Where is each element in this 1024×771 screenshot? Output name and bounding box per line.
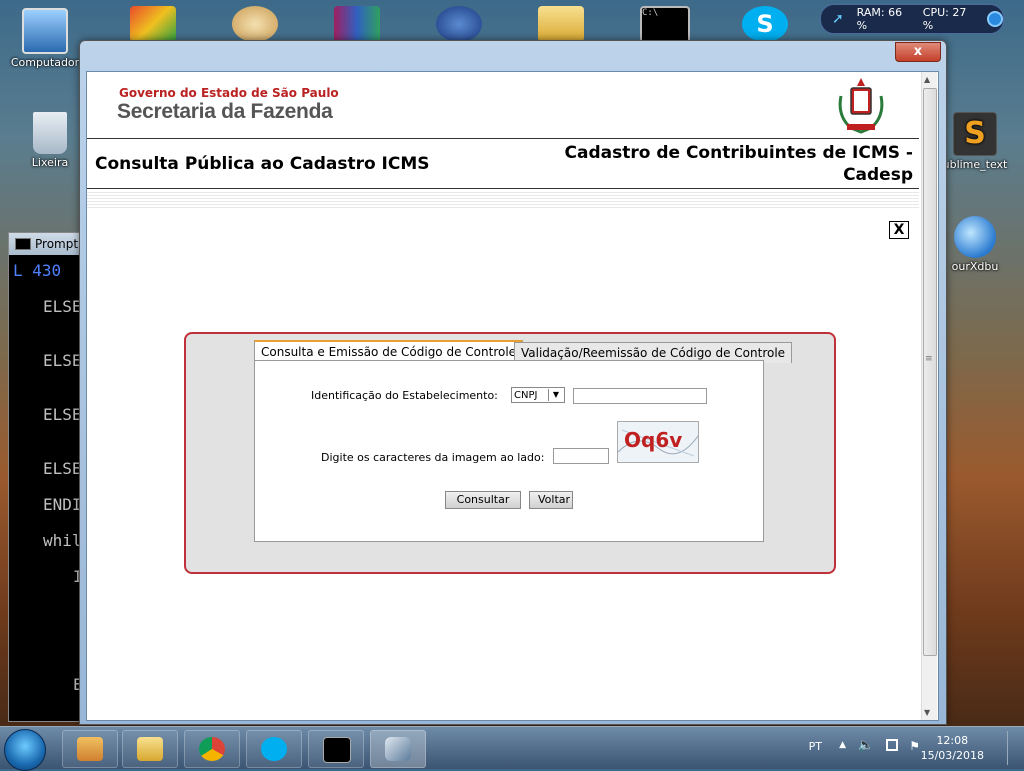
network-icon[interactable]: [886, 739, 898, 751]
subtitle-line-1: Cadastro de Contribuintes de ICMS -: [564, 143, 913, 163]
show-desktop-button[interactable]: [1007, 731, 1020, 765]
clock[interactable]: 12:08 15/03/2018: [921, 733, 984, 763]
vertical-scrollbar[interactable]: ▲ ≡ ▼: [921, 72, 937, 720]
taskbar-item-chrome[interactable]: [184, 730, 240, 768]
chevron-down-icon: ▼: [548, 389, 563, 401]
desktop-icon-label: ourXdbu: [951, 260, 999, 273]
web-content: Governo do Estado de São Paulo Secretari…: [86, 71, 939, 721]
tab-panel: Identificação do Estabelecimento: CNPJ ▼…: [254, 360, 764, 542]
scroll-up-icon[interactable]: ▲: [924, 75, 930, 84]
desktop-icon-computer[interactable]: Computador: [10, 8, 80, 69]
id-type-select[interactable]: CNPJ ▼: [511, 387, 565, 403]
taskbar: PT ▲ 🔈 ⚑ 12:08 15/03/2018: [0, 726, 1024, 771]
terminal-window[interactable]: Prompt L 430 ELSE ELSE ELSE ELSE ENDI wh…: [8, 232, 85, 722]
header-divider: [87, 138, 919, 139]
winrar-icon[interactable]: [334, 6, 380, 42]
page-title: Consulta Pública ao Cadastro ICMS: [95, 154, 430, 174]
taskbar-item-cmd[interactable]: [308, 730, 364, 768]
captcha-image: Oq6v: [617, 421, 699, 463]
settings-app-icon[interactable]: [436, 6, 482, 42]
cmd-icon: [323, 737, 351, 763]
page-header: Governo do Estado de São Paulo Secretari…: [87, 72, 919, 138]
action-center-flag-icon[interactable]: ⚑: [909, 739, 920, 753]
decorative-stripes: [87, 190, 919, 210]
volume-icon[interactable]: 🔈: [858, 738, 874, 753]
terminal-line: ELSE: [43, 459, 82, 478]
gov-label: Governo do Estado de São Paulo: [119, 86, 339, 100]
desktop-icon-recycle-bin[interactable]: Lixeira: [15, 112, 85, 169]
skype-icon[interactable]: S: [742, 6, 788, 42]
terminal-titlebar[interactable]: Prompt: [9, 233, 84, 255]
antivirus-icon[interactable]: [130, 6, 176, 42]
voltar-button[interactable]: Voltar: [529, 491, 573, 509]
speedometer-icon[interactable]: [987, 11, 1003, 27]
news-icon: [77, 737, 103, 761]
tray-expand-icon[interactable]: ▲: [839, 740, 846, 750]
folder-icon[interactable]: [538, 6, 584, 42]
language-indicator[interactable]: PT: [809, 740, 822, 753]
terminal-line: ENDI: [43, 495, 82, 514]
taskbar-item-skype[interactable]: [246, 730, 302, 768]
terminal-line: ELSE: [43, 405, 82, 424]
scroll-thumb[interactable]: [923, 88, 937, 656]
clock-time: 12:08: [936, 734, 969, 747]
subtitle-line-2: Cadesp: [843, 165, 913, 185]
desktop-icon-label: Lixeira: [31, 156, 69, 169]
browser-icon: [954, 216, 996, 258]
rocket-icon: ➚: [831, 11, 844, 27]
desktop-icon-label: Computador: [10, 56, 80, 69]
start-button-icon[interactable]: [4, 729, 46, 771]
terminal-title: Prompt: [35, 237, 79, 251]
chrome-icon: [199, 737, 225, 761]
id-type-selected: CNPJ: [514, 390, 538, 401]
terminal-line: ELSE: [43, 297, 82, 316]
taskbar-item-explorer[interactable]: [122, 730, 178, 768]
taskbar-item-news[interactable]: [62, 730, 118, 768]
sublime-text-icon: S: [953, 112, 997, 156]
paint-icon[interactable]: [232, 6, 278, 42]
folder-icon: [137, 737, 163, 761]
computer-icon: [22, 8, 68, 54]
scroll-grip-icon: ≡: [925, 354, 933, 364]
title-divider: [87, 188, 919, 189]
page-close-button[interactable]: X: [889, 221, 909, 239]
desktop-icon-label: ublime_text: [942, 158, 1008, 171]
terminal-line: L 430: [13, 261, 62, 280]
sao-paulo-crest-icon: [838, 78, 884, 134]
secretaria-label: Secretaria da Fazenda: [117, 100, 333, 123]
cmd-icon: [15, 238, 31, 250]
cadesp-page: Governo do Estado de São Paulo Secretari…: [87, 72, 919, 720]
skype-icon: [261, 737, 287, 761]
tab-consulta-emissao[interactable]: Consulta e Emissão de Código de Controle: [254, 340, 524, 362]
captcha-label: Digite os caracteres da imagem ao lado:: [321, 451, 545, 464]
ram-usage: RAM: 66 %: [856, 6, 903, 32]
cpu-usage: CPU: 27 %: [922, 6, 967, 32]
taskbar-item-nfe[interactable]: [370, 730, 426, 768]
window-close-button[interactable]: x: [895, 42, 941, 62]
identificacao-label: Identificação do Estabelecimento:: [311, 389, 498, 402]
browser-window[interactable]: x Governo do Estado de São Paulo Secreta…: [79, 40, 947, 725]
desktop-icon-sublime[interactable]: S ublime_text: [940, 112, 1010, 171]
system-monitor-widget: ➚ RAM: 66 % CPU: 27 %: [820, 4, 1004, 34]
nfe-icon: [385, 737, 411, 761]
terminal-line: ELSE: [43, 351, 82, 370]
clock-date: 15/03/2018: [920, 749, 984, 762]
recycle-bin-icon: [33, 112, 67, 154]
captcha-input[interactable]: [553, 448, 609, 464]
terminal-line: whil: [43, 531, 82, 550]
page-subtitle: Cadastro de Contribuintes de ICMS - Cade…: [565, 142, 913, 186]
captcha-text: Oq6v: [624, 428, 683, 452]
id-number-input[interactable]: [573, 388, 707, 404]
consulta-panel: Consulta e Emissão de Código de Controle…: [184, 332, 836, 574]
scroll-down-icon[interactable]: ▼: [924, 708, 930, 717]
desktop-icon-xdbu[interactable]: ourXdbu: [940, 216, 1010, 273]
consultar-button[interactable]: Consultar: [445, 491, 521, 509]
